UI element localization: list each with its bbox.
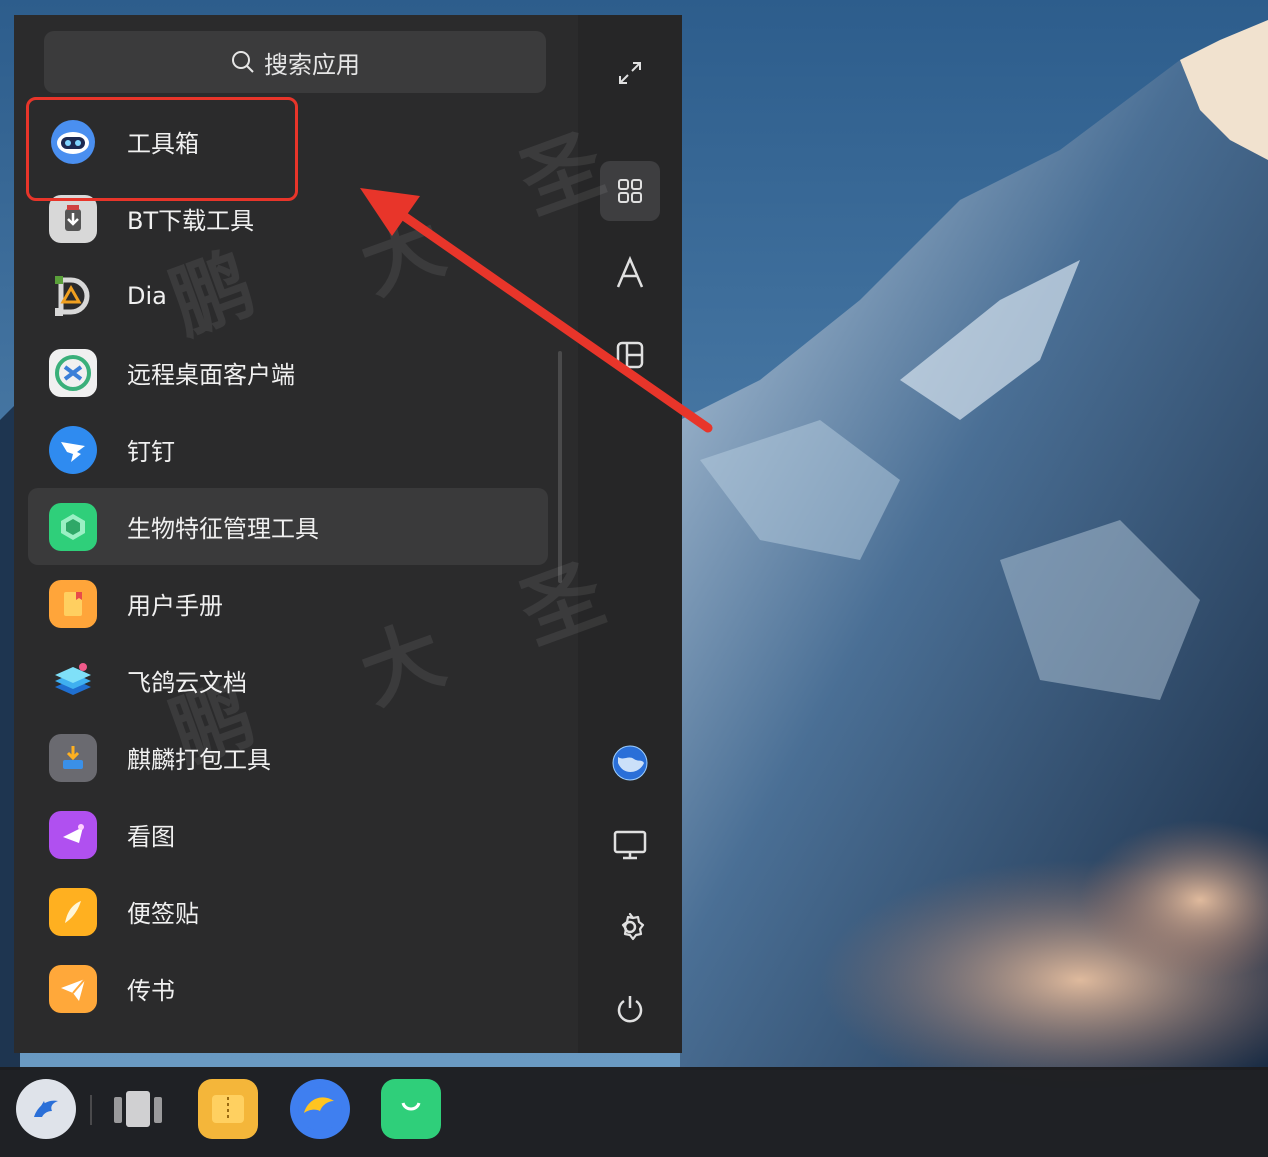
browser-button[interactable] — [290, 1079, 350, 1139]
file-manager-button[interactable] — [198, 1079, 258, 1139]
file-manager-icon — [212, 1095, 244, 1123]
multitask-view-icon — [114, 1091, 162, 1127]
multitask-view-button[interactable] — [108, 1079, 168, 1139]
taskbar-divider — [90, 1095, 92, 1125]
annotation-arrow — [360, 188, 713, 433]
software-store-button[interactable] — [381, 1079, 441, 1139]
browser-icon — [298, 1087, 342, 1131]
software-store-icon — [393, 1095, 429, 1125]
kylin-start-icon — [34, 1100, 58, 1117]
start-menu-button[interactable] — [16, 1079, 76, 1139]
taskbar — [0, 1067, 1268, 1157]
